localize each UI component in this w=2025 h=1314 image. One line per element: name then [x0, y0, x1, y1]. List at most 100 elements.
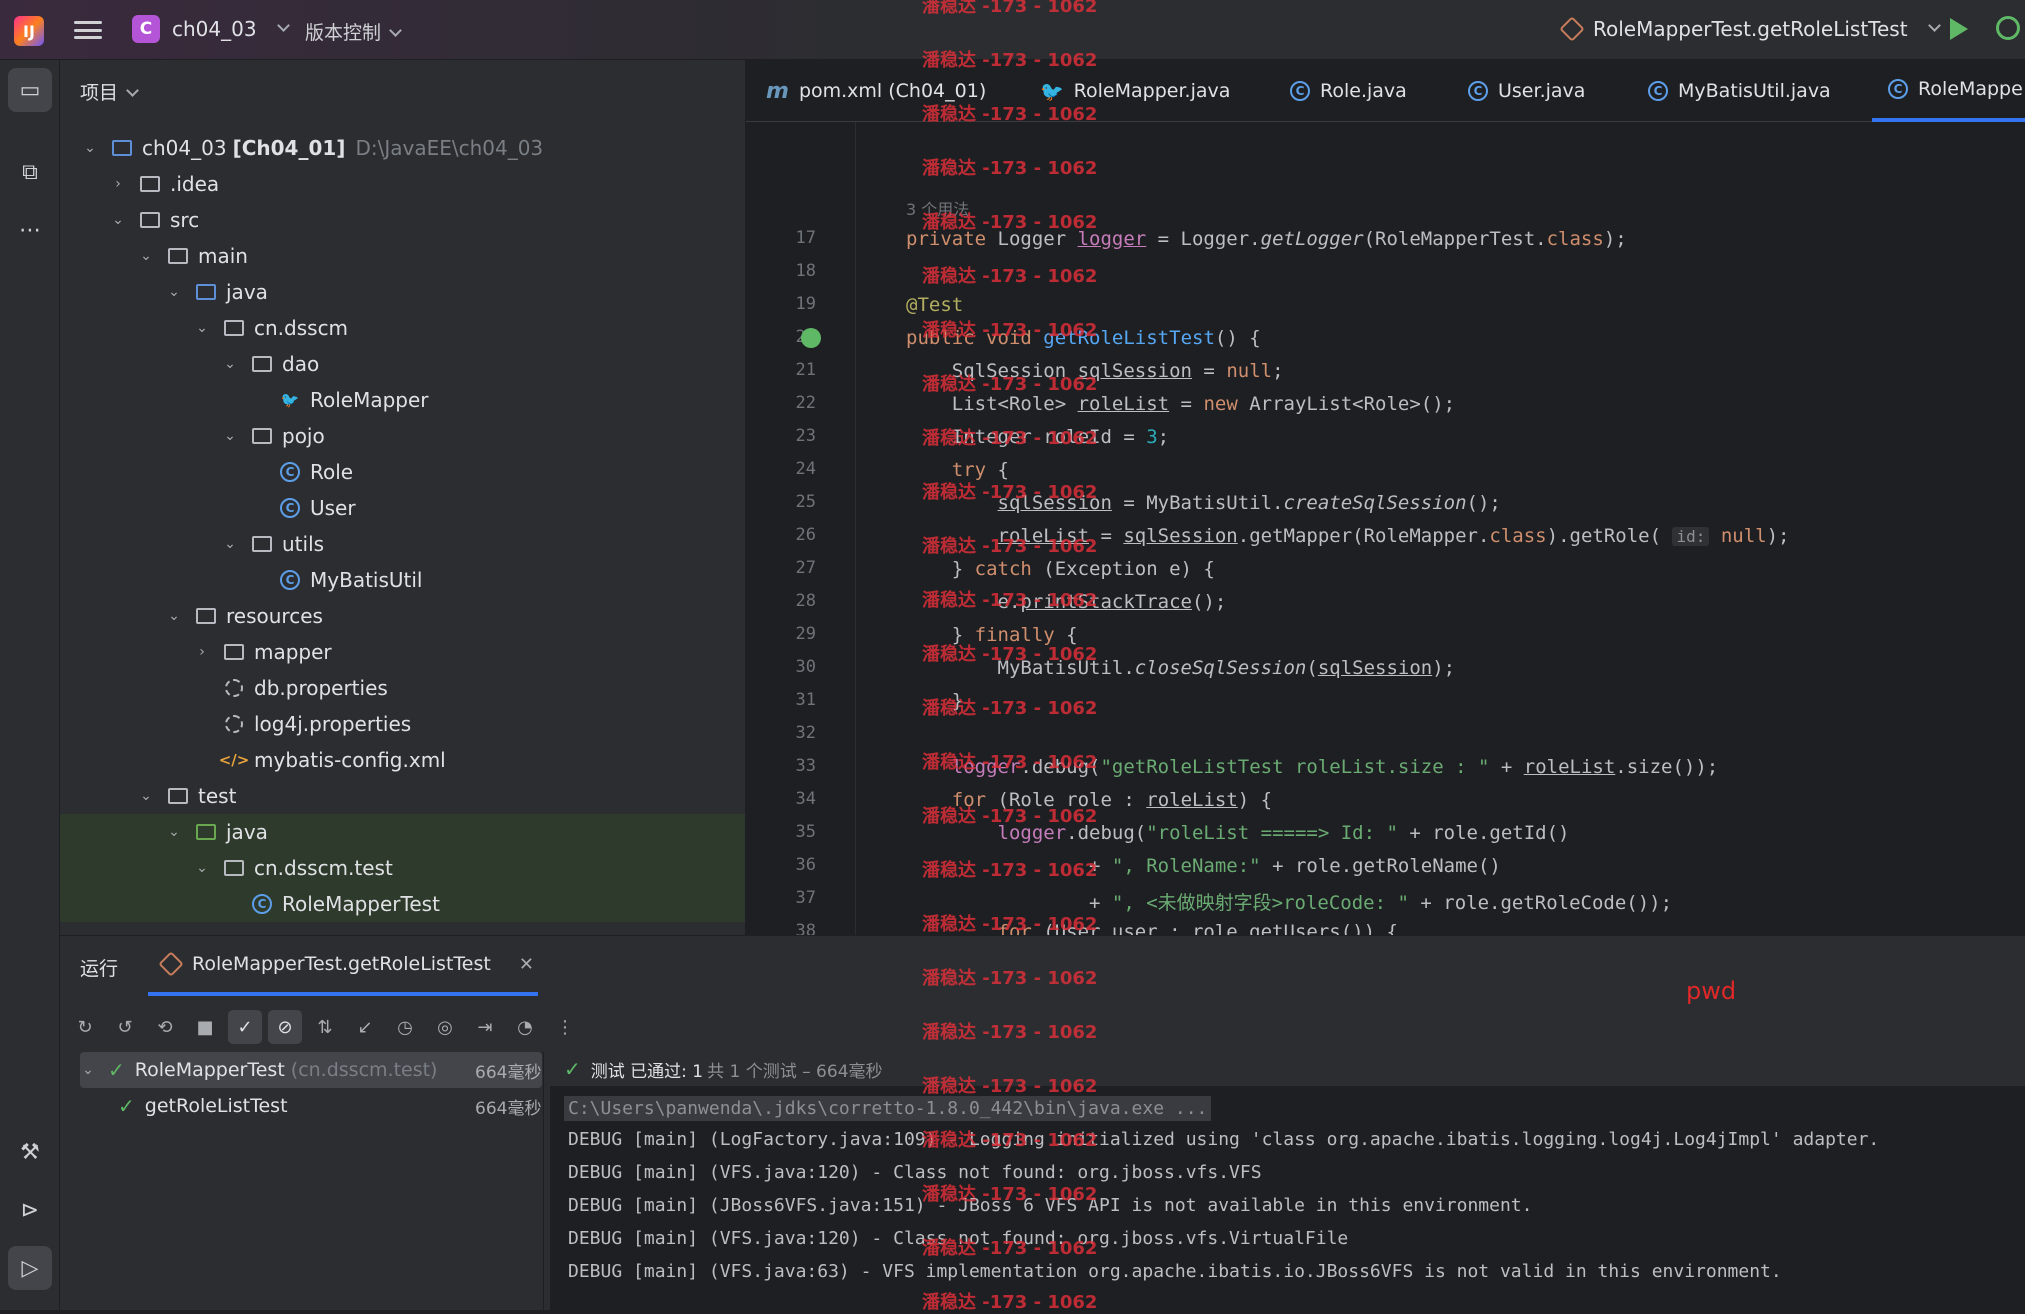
debug-icon[interactable]: [1996, 16, 2020, 40]
tab-label: User.java: [1498, 80, 1586, 102]
line-number: 37: [795, 888, 816, 908]
line-number: 28: [795, 591, 816, 611]
show-passed-icon[interactable]: ✓: [228, 1010, 262, 1044]
tree-item-rolemapper[interactable]: 🐦 RoleMapper: [60, 382, 745, 418]
test-node-method[interactable]: ✓ getRoleListTest 664毫秒: [118, 1088, 541, 1124]
console-output[interactable]: ✓ 测试 已通过: 1共 1 个测试 – 664毫秒 C:\Users\panwe…: [550, 1052, 2025, 1311]
tree-item-mybatis-config[interactable]: </> mybatis-config.xml: [60, 742, 745, 778]
tree-item-src[interactable]: ⌄ src: [60, 202, 745, 238]
expand-arrow-icon[interactable]: ⌄: [138, 788, 154, 804]
code-line: roleList = sqlSession.getMapper(RoleMapp…: [997, 525, 1790, 547]
line-number: 19: [795, 294, 816, 314]
tree-item-dao[interactable]: ⌄ dao: [60, 346, 745, 382]
tree-label: mybatis-config.xml: [254, 748, 446, 772]
history-icon[interactable]: ◷: [388, 1010, 422, 1044]
tree-item-idea[interactable]: › .idea: [60, 166, 745, 202]
services-icon[interactable]: ⊳: [8, 1188, 52, 1232]
console-line[interactable]: C:\Users\panwenda\.jdks\corretto-1.8.0_4…: [564, 1096, 1212, 1121]
main-menu-icon[interactable]: [74, 17, 102, 43]
tab-mybatisutil-java[interactable]: C MyBatisUtil.java: [1648, 60, 1831, 122]
tree-item-pojo[interactable]: ⌄ pojo: [60, 418, 745, 454]
run-panel-title[interactable]: 运行: [80, 954, 118, 981]
expand-arrow-icon[interactable]: ⌄: [110, 212, 126, 228]
more-tools-icon[interactable]: ⋯: [8, 208, 52, 252]
show-ignored-icon[interactable]: ⊘: [268, 1010, 302, 1044]
test-folder-icon: [194, 821, 218, 843]
tree-item-db-properties[interactable]: db.properties: [60, 670, 745, 706]
console-line: DEBUG [main] (LogFactory.java:109) - Log…: [568, 1129, 1880, 1150]
expand-arrow-icon[interactable]: ⌄: [82, 140, 98, 156]
tab-role-java[interactable]: C Role.java: [1290, 60, 1407, 122]
tree-item-test-java[interactable]: ⌄ java: [60, 814, 745, 850]
tree-item-root[interactable]: ⌄ ch04_03 [Ch04_01] D:\JavaEE\ch04_03: [60, 130, 745, 166]
build-hammer-icon[interactable]: ⚒: [8, 1130, 52, 1174]
title-bar: IJ C ch04_03 版本控制 RoleMapperTest.getRole…: [0, 0, 2025, 60]
tree-item-log4j-properties[interactable]: log4j.properties: [60, 706, 745, 742]
tab-pom-xml[interactable]: m pom.xml (Ch04_01): [766, 60, 986, 122]
run-tool-icon[interactable]: ▷: [8, 1246, 52, 1290]
more-options-icon[interactable]: ⋮: [548, 1010, 582, 1044]
tree-item-user[interactable]: C User: [60, 490, 745, 526]
close-icon[interactable]: ✕: [519, 954, 534, 975]
tree-item-main[interactable]: ⌄ main: [60, 238, 745, 274]
package-icon: [250, 425, 274, 447]
code-line: + ", RoleName:" + role.getRoleName(): [906, 855, 1501, 877]
code-area[interactable]: 3 个用法 private Logger logger = Logger.get…: [906, 122, 2025, 935]
collapsed-arrow-icon[interactable]: ›: [110, 176, 126, 192]
structure-icon[interactable]: ⧉: [8, 150, 52, 194]
tree-item-rolemappertest[interactable]: C RoleMapperTest: [60, 886, 745, 922]
expand-arrow-icon[interactable]: ⌄: [222, 356, 238, 372]
app-logo-icon[interactable]: IJ: [14, 16, 44, 46]
collapse-icon[interactable]: ↙: [348, 1010, 382, 1044]
tree-item-resources[interactable]: ⌄ resources: [60, 598, 745, 634]
sort-icon[interactable]: ⇅: [308, 1010, 342, 1044]
expand-arrow-icon[interactable]: ⌄: [138, 248, 154, 264]
screenshot-icon[interactable]: ◎: [428, 1010, 462, 1044]
code-line: private Logger logger = Logger.getLogger…: [906, 228, 1627, 250]
expand-arrow-icon[interactable]: ⌄: [166, 824, 182, 840]
collapsed-arrow-icon[interactable]: ›: [194, 644, 210, 660]
coverage-icon[interactable]: ◔: [508, 1010, 542, 1044]
export-icon[interactable]: ⇥: [468, 1010, 502, 1044]
expand-arrow-icon[interactable]: ⌄: [166, 284, 182, 300]
project-panel-title-text: 项目: [80, 82, 119, 104]
code-line: for (Role role : roleList) {: [951, 789, 1273, 811]
tree-item-role[interactable]: C Role: [60, 454, 745, 490]
tab-run-config[interactable]: RoleMapperTest.getRoleListTest ✕: [148, 936, 538, 996]
rerun-failed-icon[interactable]: ↺: [108, 1010, 142, 1044]
expand-arrow-icon[interactable]: ⌄: [194, 320, 210, 336]
toggle-auto-test-icon[interactable]: ⟲: [148, 1010, 182, 1044]
expand-arrow-icon[interactable]: ⌄: [222, 428, 238, 444]
tree-item-cn-dsscm[interactable]: ⌄ cn.dsscm: [60, 310, 745, 346]
project-selector[interactable]: C ch04_03: [132, 15, 290, 43]
expand-arrow-icon[interactable]: ⌄: [194, 860, 210, 876]
console-line: DEBUG [main] (VFS.java:120) - Class not …: [568, 1162, 1262, 1183]
tree-item-cn-dsscm-test[interactable]: ⌄ cn.dsscm.test: [60, 850, 745, 886]
test-node-class[interactable]: ⌄ ✓ RoleMapperTest (cn.dsscm.test) 664毫秒: [80, 1052, 542, 1088]
code-line: MyBatisUtil.closeSqlSession(sqlSession);: [906, 657, 1456, 679]
tab-user-java[interactable]: C User.java: [1468, 60, 1585, 122]
run-config-selector[interactable]: RoleMapperTest.getRoleListTest: [1559, 16, 1941, 42]
expand-arrow-icon[interactable]: ⌄: [80, 1062, 96, 1078]
vcs-menu[interactable]: 版本控制: [305, 18, 402, 45]
tree-label: RoleMapperTest: [282, 892, 440, 916]
tree-item-java[interactable]: ⌄ java: [60, 274, 745, 310]
stop-icon[interactable]: ■: [188, 1010, 222, 1044]
expand-arrow-icon[interactable]: ⌄: [166, 608, 182, 624]
check-icon: ✓: [118, 1094, 135, 1118]
tab-rolemapper-java[interactable]: 🐦 RoleMapper.java: [1040, 60, 1230, 122]
run-test-gutter-icon[interactable]: [801, 328, 821, 348]
project-panel-title[interactable]: 项目: [80, 78, 139, 105]
tree-label: MyBatisUtil: [310, 568, 423, 592]
usage-hint[interactable]: 3 个用法: [906, 196, 969, 220]
run-icon[interactable]: [1950, 18, 1968, 40]
tree-item-mapper[interactable]: › mapper: [60, 634, 745, 670]
project-folder-icon[interactable]: ▭: [8, 68, 52, 112]
expand-arrow-icon[interactable]: ⌄: [222, 536, 238, 552]
tree-item-utils[interactable]: ⌄ utils: [60, 526, 745, 562]
rerun-icon[interactable]: ↻: [68, 1010, 102, 1044]
tree-item-test[interactable]: ⌄ test: [60, 778, 745, 814]
tab-rolemappertest-java[interactable]: C RoleMappe: [1872, 60, 2025, 122]
tree-item-mybatisutil[interactable]: C MyBatisUtil: [60, 562, 745, 598]
line-number: 23: [795, 426, 816, 446]
